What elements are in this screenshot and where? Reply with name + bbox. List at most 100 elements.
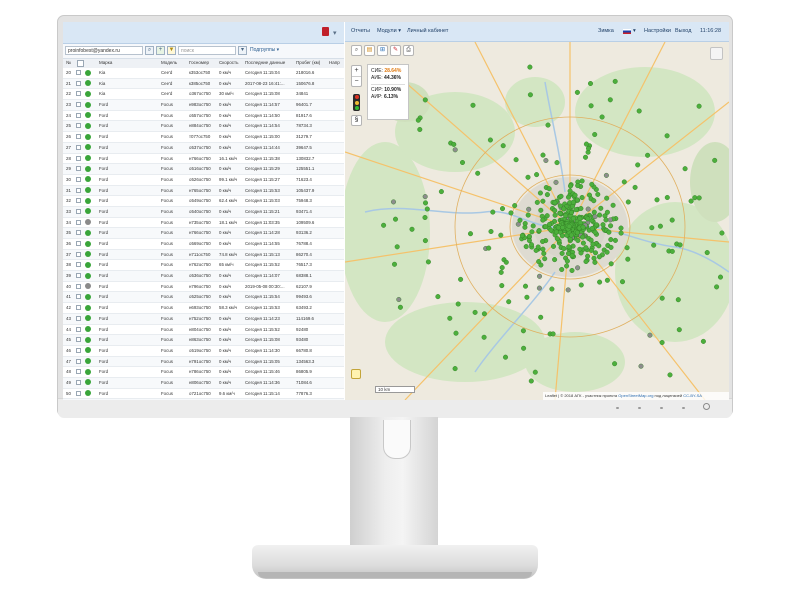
row-checkbox[interactable]: [76, 166, 81, 172]
vehicle-marker[interactable]: [536, 228, 542, 234]
vehicle-marker[interactable]: [481, 311, 487, 317]
vehicle-marker[interactable]: [651, 242, 657, 248]
vehicle-marker[interactable]: [700, 338, 706, 344]
vehicle-marker[interactable]: [487, 137, 493, 143]
vehicle-marker[interactable]: [553, 179, 559, 185]
vehicle-marker[interactable]: [575, 237, 581, 243]
vehicle-marker[interactable]: [577, 215, 583, 221]
monitor-button[interactable]: [660, 407, 663, 409]
table-row[interactable]: 27 Ford Focus о537ос750 0 км/ч Сегодня 11:14:…: [63, 142, 344, 154]
row-checkbox[interactable]: [76, 273, 81, 279]
row-checkbox[interactable]: [76, 112, 81, 118]
vehicle-marker[interactable]: [596, 243, 602, 249]
vehicle-marker[interactable]: [452, 366, 458, 372]
table-row[interactable]: 25 Ford Focus н884ос750 0 км/ч Сегодня 11:14:…: [63, 121, 344, 133]
vehicle-marker[interactable]: [520, 328, 526, 334]
vehicle-marker[interactable]: [527, 64, 533, 70]
vehicle-marker[interactable]: [530, 223, 536, 229]
row-checkbox[interactable]: [76, 208, 81, 214]
vehicle-marker[interactable]: [526, 233, 532, 239]
table-row[interactable]: 45 Ford Focus н863ос750 0 км/ч Сегодня 11:15:…: [63, 335, 344, 346]
folder-icon[interactable]: ▤: [364, 45, 375, 56]
vehicle-marker[interactable]: [500, 143, 506, 149]
column-header[interactable]: Последние данные: [245, 60, 285, 65]
vehicle-marker[interactable]: [540, 217, 546, 223]
table-row[interactable]: 41 Ford Focus о525ос750 0 км/ч Сегодня 11:15:…: [63, 292, 344, 304]
vehicle-marker[interactable]: [438, 189, 444, 195]
vehicle-marker[interactable]: [560, 224, 566, 230]
vehicle-marker[interactable]: [583, 258, 589, 264]
vehicle-marker[interactable]: [499, 265, 505, 271]
vehicle-marker[interactable]: [625, 199, 631, 205]
vehicle-marker[interactable]: [422, 194, 428, 200]
vehicle-marker[interactable]: [704, 250, 710, 256]
vehicle-marker[interactable]: [588, 247, 594, 253]
table-row[interactable]: 39 Ford Focus о536ос750 0 км/ч Сегодня 11:14:…: [63, 271, 344, 282]
vehicle-marker[interactable]: [397, 304, 403, 310]
vehicle-marker[interactable]: [549, 286, 555, 292]
vehicle-marker[interactable]: [526, 206, 532, 212]
vehicle-marker[interactable]: [557, 210, 563, 216]
row-checkbox[interactable]: [76, 80, 81, 86]
nav-modules[interactable]: Модули ▾: [377, 28, 401, 34]
vehicle-marker[interactable]: [712, 157, 718, 163]
vehicle-marker[interactable]: [718, 274, 724, 280]
row-checkbox[interactable]: [76, 315, 81, 321]
vehicle-marker[interactable]: [618, 225, 624, 231]
vehicle-marker[interactable]: [589, 181, 595, 187]
vehicle-marker[interactable]: [392, 261, 398, 267]
vehicle-marker[interactable]: [561, 246, 567, 252]
vehicle-marker[interactable]: [583, 245, 589, 251]
vehicle-marker[interactable]: [540, 152, 546, 158]
table-row[interactable]: 49 Ford Focus н806ос750 0 км/ч Сегодня 11:14:…: [63, 377, 344, 389]
vehicle-marker[interactable]: [578, 205, 584, 211]
vehicle-marker[interactable]: [569, 203, 575, 209]
vehicle-marker[interactable]: [667, 372, 673, 378]
vehicle-marker[interactable]: [522, 220, 528, 226]
vehicle-marker[interactable]: [569, 267, 575, 273]
vehicle-marker[interactable]: [503, 259, 509, 265]
monitor-button[interactable]: [638, 407, 641, 409]
row-checkbox[interactable]: [76, 347, 81, 353]
vehicle-marker[interactable]: [570, 215, 576, 221]
language-flag-icon[interactable]: [623, 29, 631, 34]
vehicle-marker[interactable]: [589, 225, 595, 231]
vehicle-marker[interactable]: [543, 157, 549, 163]
vehicle-marker[interactable]: [536, 285, 542, 291]
vehicle-marker[interactable]: [598, 205, 604, 211]
vehicle-marker[interactable]: [654, 197, 660, 203]
vehicle-marker[interactable]: [573, 207, 579, 213]
vehicle-marker[interactable]: [538, 314, 544, 320]
row-checkbox[interactable]: [76, 390, 81, 396]
row-checkbox[interactable]: [76, 283, 81, 289]
vehicle-marker[interactable]: [580, 234, 586, 240]
table-row[interactable]: 36 Ford Focus о569ос750 0 км/ч Сегодня 11:14:…: [63, 239, 344, 250]
row-checkbox[interactable]: [76, 219, 81, 225]
table-row[interactable]: 40 Ford Focus н796ос750 0 км/ч 2019-05-08 00:…: [63, 281, 344, 293]
vehicle-marker[interactable]: [517, 217, 523, 223]
vehicle-marker[interactable]: [486, 245, 492, 251]
vehicle-marker[interactable]: [577, 219, 583, 225]
row-checkbox[interactable]: [76, 262, 81, 268]
table-row[interactable]: 34 Ford Focus н735ос750 18.1 км/ч Сегодня 11:…: [63, 217, 344, 229]
vehicle-marker[interactable]: [475, 170, 481, 176]
vehicle-marker[interactable]: [545, 122, 551, 128]
chevron-down-icon[interactable]: ▾: [333, 29, 337, 37]
nav-logout[interactable]: Выход: [675, 28, 691, 34]
subgroups-dropdown[interactable]: Подгруппы ▾: [250, 47, 279, 53]
vehicle-marker[interactable]: [688, 198, 694, 204]
vehicle-marker[interactable]: [577, 246, 583, 252]
vehicle-marker[interactable]: [587, 81, 593, 87]
row-checkbox[interactable]: [76, 70, 81, 75]
vehicle-marker[interactable]: [591, 198, 597, 204]
vehicle-marker[interactable]: [525, 212, 531, 218]
vehicle-marker[interactable]: [554, 160, 560, 166]
table-row[interactable]: 23 Ford Focus н983ос750 0 км/ч Сегодня 11:14:…: [63, 100, 344, 111]
monitor-button[interactable]: [616, 407, 619, 409]
vehicle-marker[interactable]: [592, 259, 598, 265]
nav-reports[interactable]: Отчеты: [351, 28, 370, 34]
theme-selector[interactable]: Зимка: [598, 28, 614, 34]
layers-toggle-icon[interactable]: §: [351, 115, 362, 126]
vehicle-marker[interactable]: [396, 296, 402, 302]
vehicle-marker[interactable]: [632, 184, 638, 190]
